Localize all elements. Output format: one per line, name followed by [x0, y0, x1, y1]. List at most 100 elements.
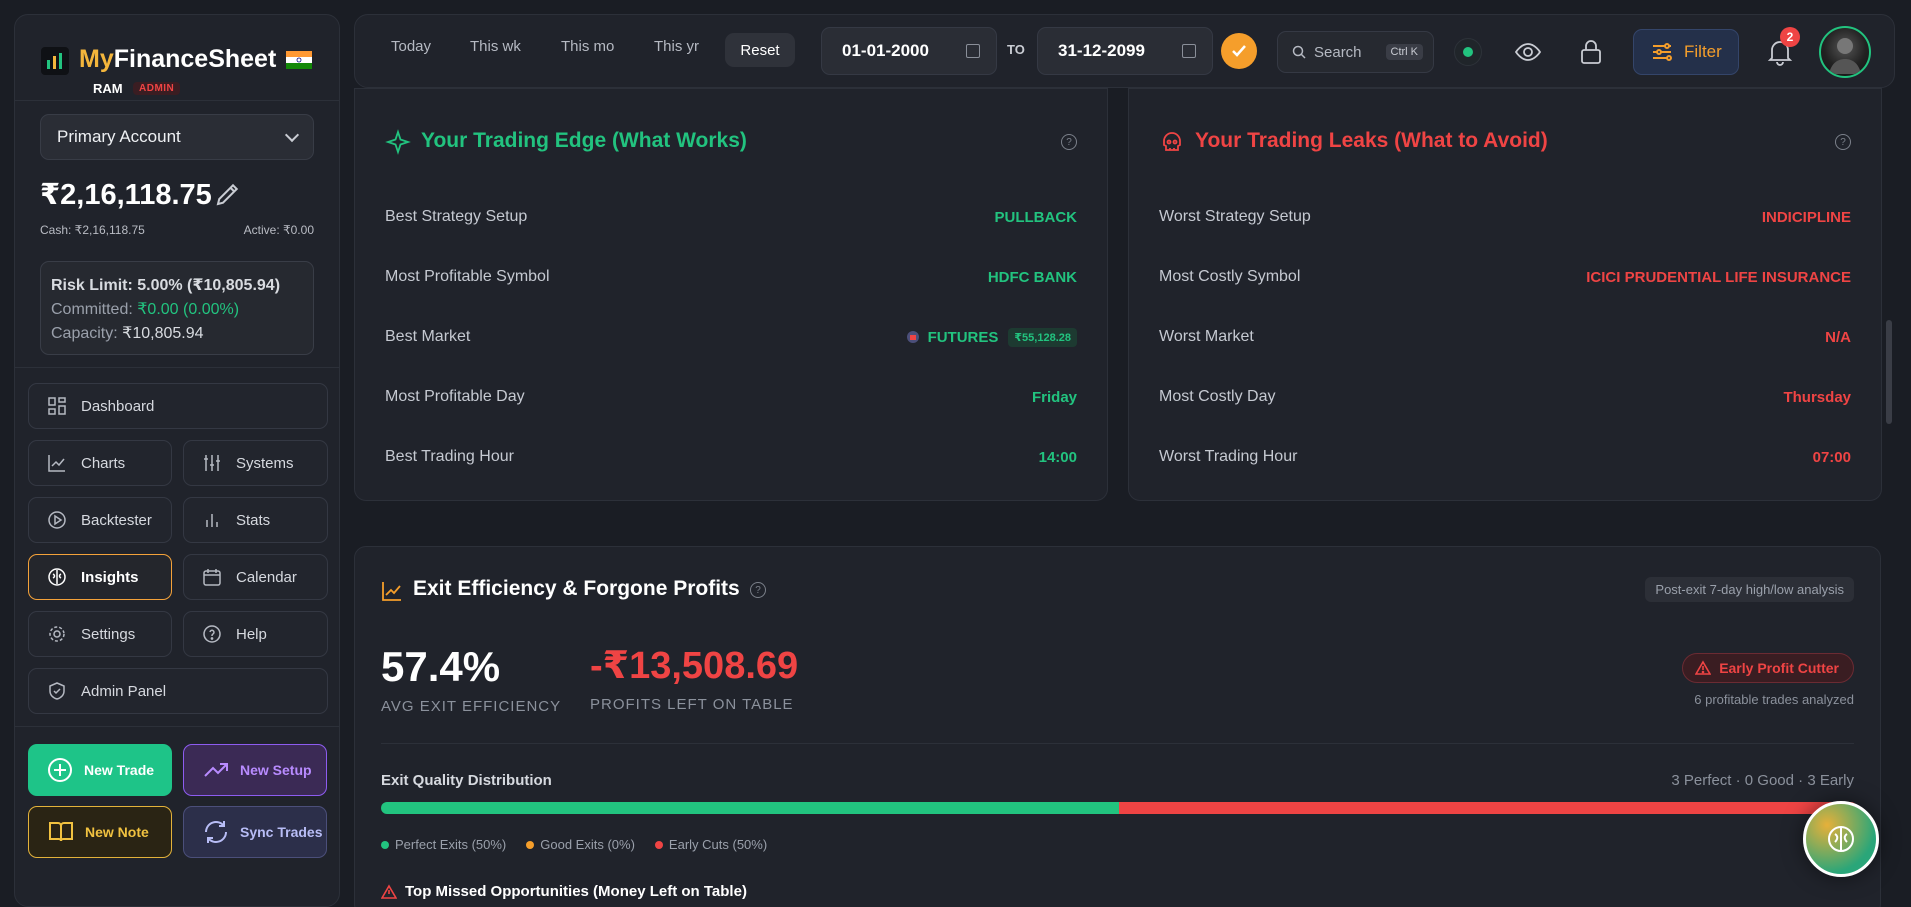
chevron-down-icon [284, 127, 300, 143]
nav-backtester[interactable]: Backtester [28, 497, 172, 543]
row-label: Best Trading Hour [385, 448, 514, 465]
row-value: Friday [1031, 388, 1077, 406]
edge-row: Best Strategy Setup PULLBACK [385, 202, 1077, 232]
help-icon[interactable]: ? [1061, 134, 1077, 150]
user-name: RAM [93, 81, 123, 96]
row-value: 14:00 [1038, 448, 1077, 466]
row-label: Worst Trading Hour [1159, 448, 1298, 465]
legend-good: Good Exits (0%) [526, 837, 635, 852]
nav-dashboard[interactable]: Dashboard [28, 383, 328, 429]
sync-trades-button[interactable]: Sync Trades [183, 806, 327, 858]
missed-opportunities-heading: Top Missed Opportunities (Money Left on … [381, 883, 747, 900]
india-flag-icon [286, 51, 312, 69]
to-date-value: 31-12-2099 [1058, 41, 1145, 60]
best-market-pnl-badge: ₹55,128.28 [1008, 327, 1077, 347]
divider [15, 100, 339, 101]
quick-filter-month[interactable]: This mo [561, 38, 614, 55]
cash-summary: Cash: ₹2,16,118.75 Active: ₹0.00 [40, 223, 314, 237]
avatar[interactable] [1819, 26, 1871, 78]
reset-button[interactable]: Reset [725, 33, 795, 67]
play-circle-icon [48, 511, 66, 529]
nav-label: Systems [236, 454, 294, 472]
edge-row: Most Profitable Symbol HDFC BANK [385, 262, 1077, 292]
edit-pencil-icon[interactable] [213, 179, 243, 209]
divider [15, 726, 339, 727]
leak-row: Most Costly Day Thursday [1159, 382, 1851, 412]
lock-icon [1581, 40, 1601, 64]
dashboard-icon [48, 397, 66, 415]
privacy-toggle-button[interactable] [1511, 35, 1545, 69]
notification-count-badge: 2 [1780, 27, 1800, 47]
apply-date-button[interactable] [1221, 33, 1257, 69]
nav-label: Settings [81, 625, 136, 643]
trending-up-icon [204, 763, 228, 777]
sync-icon [205, 821, 227, 843]
plus-circle-icon [48, 758, 72, 782]
lock-button[interactable] [1574, 35, 1608, 69]
row-value: 07:00 [1812, 448, 1851, 466]
perfect-exits-segment [381, 802, 1119, 814]
nav-insights[interactable]: Insights [28, 554, 172, 600]
leak-row: Worst Trading Hour 07:00 [1159, 442, 1851, 472]
search-input[interactable]: Search Ctrl K [1277, 31, 1434, 73]
row-value: INDICIPLINE [1761, 208, 1851, 226]
book-icon [49, 822, 73, 842]
filter-label: Filter [1684, 42, 1722, 61]
to-date-input[interactable]: 31-12-2099 [1037, 27, 1213, 75]
trading-leaks-card: Your Trading Leaks (What to Avoid) ? Wor… [1128, 88, 1882, 501]
row-value: PULLBACK [994, 208, 1078, 226]
new-setup-button[interactable]: New Setup [183, 744, 327, 796]
button-label: Sync Trades [240, 824, 323, 840]
avg-exit-efficiency-label: AVG EXIT EFFICIENCY [381, 698, 562, 715]
warning-icon [381, 883, 397, 899]
distribution-legend: Perfect Exits (50%) Good Exits (0%) Earl… [381, 837, 767, 852]
row-value: HDFC BANK [987, 268, 1077, 286]
capacity: Capacity: ₹10,805.94 [51, 325, 204, 342]
nav-systems[interactable]: Systems [183, 440, 328, 486]
nav-stats[interactable]: Stats [183, 497, 328, 543]
nav-label: Calendar [236, 568, 297, 586]
help-icon[interactable]: ? [750, 582, 766, 598]
nav-label: Charts [81, 454, 126, 472]
quick-filter-year[interactable]: This yr [654, 38, 699, 55]
row-label: Most Profitable Symbol [385, 268, 550, 285]
nav-label: Dashboard [81, 397, 155, 415]
heading-text: Top Missed Opportunities (Money Left on … [405, 883, 747, 900]
skull-icon [1163, 132, 1181, 151]
new-trade-button[interactable]: New Trade [28, 744, 172, 796]
trading-edge-title: Your Trading Edge (What Works) [421, 129, 747, 152]
risk-panel: Risk Limit: 5.00% (₹10,805.94) Committed… [40, 261, 314, 355]
filter-sliders-icon [1653, 43, 1672, 61]
brain-icon [48, 568, 66, 586]
shortcut-hint: Ctrl K [1385, 44, 1423, 60]
nav-admin-panel[interactable]: Admin Panel [28, 668, 328, 714]
nav-help[interactable]: Help [183, 611, 328, 657]
exit-style-badge: Early Profit Cutter [1682, 653, 1854, 683]
new-note-button[interactable]: New Note [28, 806, 172, 858]
ai-assistant-button[interactable] [1803, 801, 1879, 877]
nav-charts[interactable]: Charts [28, 440, 172, 486]
quick-filter-today[interactable]: Today [391, 38, 431, 55]
edge-row: Best Market FUTURES ₹55,128.28 [385, 322, 1077, 352]
committed: Committed: ₹0.00 (0.00%) [51, 301, 240, 318]
account-select[interactable]: Primary Account [40, 114, 314, 160]
account-select-value: Primary Account [57, 127, 181, 146]
help-icon[interactable]: ? [1835, 134, 1851, 150]
nav-calendar[interactable]: Calendar [183, 554, 328, 600]
eye-icon [1514, 43, 1542, 61]
risk-limit: Risk Limit: 5.00% (₹10,805.94) [51, 277, 281, 294]
to-label: TO [1007, 42, 1025, 57]
exit-efficiency-card: Exit Efficiency & Forgone Profits ? Post… [354, 546, 1881, 907]
nav-label: Backtester [81, 511, 152, 529]
trades-analyzed: 6 profitable trades analyzed [1694, 692, 1854, 707]
quick-filter-week[interactable]: This wk [470, 38, 521, 55]
active-value: Active: ₹0.00 [243, 223, 314, 237]
from-date-value: 01-01-2000 [842, 41, 929, 60]
nav-label: Help [236, 625, 267, 643]
scrollbar[interactable] [1886, 320, 1892, 424]
from-date-input[interactable]: 01-01-2000 [821, 27, 997, 75]
nav-settings[interactable]: Settings [28, 611, 172, 657]
role-badge: ADMIN [133, 82, 181, 95]
filter-button[interactable]: Filter [1633, 29, 1739, 75]
calendar-icon [203, 569, 221, 586]
